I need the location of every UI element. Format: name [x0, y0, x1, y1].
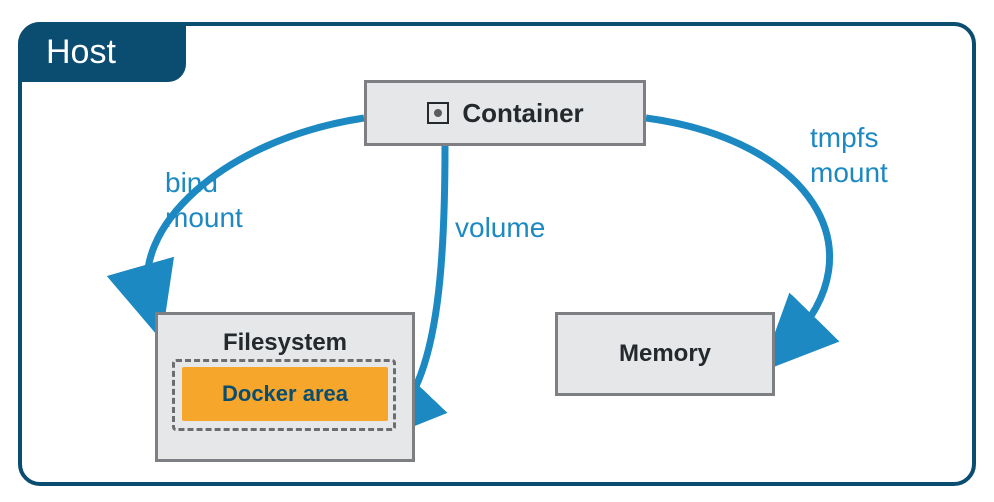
memory-label: Memory: [619, 340, 711, 368]
label-bind-mount: bindmount: [165, 165, 243, 235]
label-volume: volume: [455, 210, 545, 245]
box-filesystem: Filesystem Docker area: [155, 312, 415, 462]
docker-area-wrap: Docker area: [182, 367, 388, 423]
docker-storage-diagram: Host Container Filesystem Docker area: [0, 0, 994, 502]
docker-area: Docker area: [182, 367, 388, 421]
host-label: Host: [46, 33, 116, 72]
box-memory: Memory: [555, 312, 775, 396]
box-container: Container: [364, 80, 646, 146]
docker-area-label: Docker area: [222, 381, 348, 407]
container-label: Container: [462, 98, 583, 129]
label-tmpfs-mount: tmpfsmount: [810, 120, 888, 190]
container-icon: [426, 101, 450, 125]
host-tab: Host: [18, 22, 186, 82]
filesystem-label: Filesystem: [223, 329, 347, 357]
